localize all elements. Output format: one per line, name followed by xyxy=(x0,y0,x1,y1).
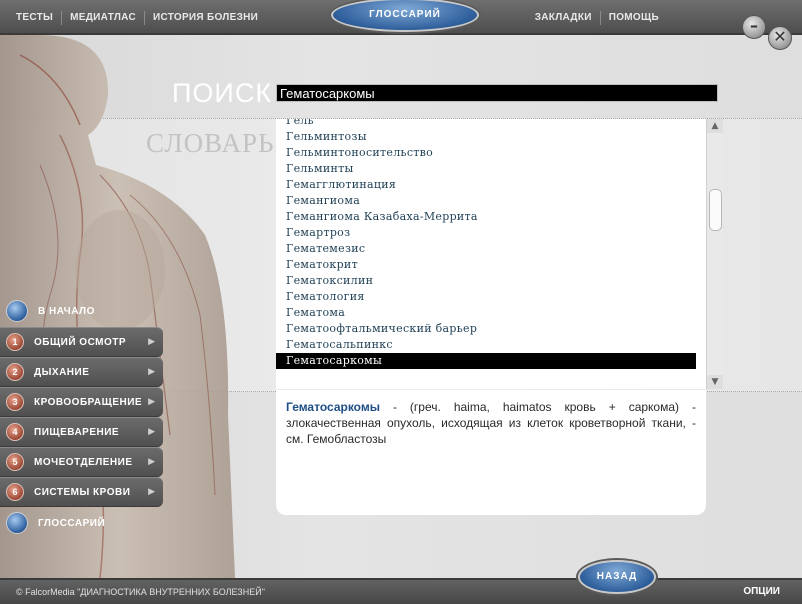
search-input[interactable]: Гематосаркомы xyxy=(276,84,718,102)
menu-home-label: В НАЧАЛО xyxy=(38,305,95,317)
minimize-icon[interactable]: – xyxy=(742,15,766,39)
list-item[interactable]: Гематология xyxy=(276,289,706,305)
menu-item-breathing[interactable]: 2 ДЫХАНИЕ ▶ xyxy=(0,357,163,387)
menu-glossary[interactable]: ГЛОССАРИЙ xyxy=(0,509,105,537)
list-item[interactable]: Гемангиома Казабаха-Меррита xyxy=(276,209,706,225)
menu-item-circulation[interactable]: 3 КРОВООБРАЩЕНИЕ ▶ xyxy=(0,387,163,417)
chevron-right-icon: ▶ xyxy=(148,367,155,377)
chevron-right-icon: ▶ xyxy=(148,337,155,347)
scroll-up-icon[interactable]: ▲ xyxy=(707,119,723,133)
nav-medical-history[interactable]: ИСТОРИЯ БОЛЕЗНИ xyxy=(145,11,266,25)
nav-bookmarks[interactable]: ЗАКЛАДКИ xyxy=(527,11,601,25)
definition-panel: Гематосаркомы - (греч. haima, haimatos к… xyxy=(276,390,706,515)
menu-number: 6 xyxy=(6,483,24,501)
list-item-selected[interactable]: Гематосаркомы xyxy=(276,353,696,369)
nav-tests[interactable]: ТЕСТЫ xyxy=(16,11,63,25)
glossary-orb-icon xyxy=(6,512,28,534)
dictionary-list: Гель Гельминтозы Гельминтоносительство Г… xyxy=(276,119,706,389)
scroll-thumb[interactable] xyxy=(709,189,722,231)
nav-help[interactable]: ПОМОЩЬ xyxy=(601,11,667,25)
chevron-right-icon: ▶ xyxy=(148,487,155,497)
menu-item-label: КРОВООБРАЩЕНИЕ xyxy=(34,396,143,408)
back-button[interactable]: НАЗАД xyxy=(578,560,656,594)
list-item[interactable]: Гематемезис xyxy=(276,241,706,257)
menu-item-general-exam[interactable]: 1 ОБЩИЙ ОСМОТР ▶ xyxy=(0,327,163,357)
menu-item-blood-systems[interactable]: 6 СИСТЕМЫ КРОВИ ▶ xyxy=(0,477,163,507)
menu-home[interactable]: В НАЧАЛО xyxy=(0,297,95,325)
list-item[interactable]: Гематоофтальмический барьер xyxy=(276,321,706,337)
list-scrollbar[interactable]: ▲ ▼ xyxy=(706,119,723,389)
search-title: ПОИСК xyxy=(172,78,273,108)
menu-item-urination[interactable]: 5 МОЧЕОТДЕЛЕНИЕ ▶ xyxy=(0,447,163,477)
menu-item-label: ДЫХАНИЕ xyxy=(34,366,90,378)
menu-number: 2 xyxy=(6,363,24,381)
list-item[interactable]: Гематокрит xyxy=(276,257,706,273)
menu-number: 3 xyxy=(6,393,24,411)
chevron-right-icon: ▶ xyxy=(148,427,155,437)
definition-term: Гематосаркомы xyxy=(286,400,380,414)
home-orb-icon xyxy=(6,300,28,322)
list-item[interactable]: Гель xyxy=(276,119,706,129)
menu-number: 4 xyxy=(6,423,24,441)
menu-item-label: МОЧЕОТДЕЛЕНИЕ xyxy=(34,456,133,468)
menu-item-label: ОБЩИЙ ОСМОТР xyxy=(34,336,127,348)
list-item[interactable]: Гельминты xyxy=(276,161,706,177)
list-item[interactable]: Гематосальпинкс xyxy=(276,337,706,353)
list-item[interactable]: Гематоксилин xyxy=(276,273,706,289)
list-item[interactable]: Гельминтоносительство xyxy=(276,145,706,161)
menu-item-label: СИСТЕМЫ КРОВИ xyxy=(34,486,131,498)
dictionary-title: СЛОВАРЬ xyxy=(146,128,275,158)
nav-media-atlas[interactable]: МЕДИАТЛАС xyxy=(62,11,145,25)
scroll-down-icon[interactable]: ▼ xyxy=(707,375,723,389)
menu-item-digestion[interactable]: 4 ПИЩЕВАРЕНИЕ ▶ xyxy=(0,417,163,447)
close-icon[interactable]: ✕ xyxy=(768,26,792,50)
chevron-right-icon: ▶ xyxy=(148,457,155,467)
list-item[interactable]: Гельминтозы xyxy=(276,129,706,145)
copyright-text: © FalcorMedia "ДИАГНОСТИКА ВНУТРЕННИХ БО… xyxy=(16,587,265,597)
list-item[interactable]: Гемартроз xyxy=(276,225,706,241)
list-item[interactable]: Гематома xyxy=(276,305,706,321)
list-item[interactable]: Гемангиома xyxy=(276,193,706,209)
chevron-right-icon: ▶ xyxy=(148,397,155,407)
menu-number: 5 xyxy=(6,453,24,471)
menu-item-label: ПИЩЕВАРЕНИЕ xyxy=(34,426,120,438)
bottom-bar: © FalcorMedia "ДИАГНОСТИКА ВНУТРЕННИХ БО… xyxy=(0,578,802,604)
options-button[interactable]: ОПЦИИ xyxy=(743,586,780,597)
top-nav-right: ЗАКЛАДКИ ПОМОЩЬ xyxy=(527,11,667,25)
menu-glossary-label: ГЛОССАРИЙ xyxy=(38,517,106,529)
menu-number: 1 xyxy=(6,333,24,351)
list-item[interactable]: Гемагглютинация xyxy=(276,177,706,193)
top-nav-left: ТЕСТЫ МЕДИАТЛАС ИСТОРИЯ БОЛЕЗНИ xyxy=(16,11,266,25)
